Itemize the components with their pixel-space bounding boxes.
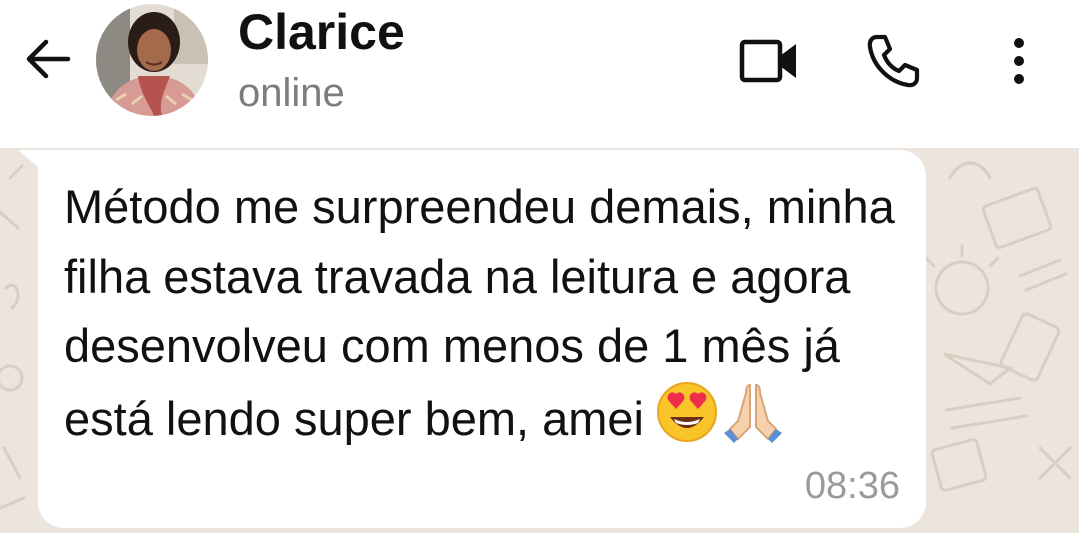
heart-eyes-face-emoji: [657, 381, 717, 442]
video-call-button[interactable]: [738, 30, 800, 92]
phone-icon: [867, 34, 920, 88]
chat-header: Clarice online: [0, 0, 1079, 148]
emoji-group: [656, 381, 784, 443]
back-button[interactable]: [22, 33, 74, 85]
video-camera-icon: [739, 39, 796, 83]
more-vertical-icon: [1014, 38, 1024, 84]
contact-status: online: [238, 71, 345, 115]
folded-hands-emoji: [724, 383, 782, 443]
message-bubble[interactable]: Método me surpreendeu demais, minha filh…: [38, 150, 926, 528]
message-timestamp: 08:36: [804, 465, 900, 507]
voice-call-button[interactable]: [862, 30, 924, 92]
avatar[interactable]: [96, 4, 208, 116]
message-text: Método me surpreendeu demais, minha filh…: [64, 172, 904, 453]
chat-area[interactable]: Método me surpreendeu demais, minha filh…: [0, 148, 1079, 533]
arrow-left-icon: [26, 39, 71, 79]
contact-photo: [96, 4, 208, 116]
more-options-button[interactable]: [988, 30, 1050, 92]
contact-name[interactable]: Clarice: [238, 4, 405, 60]
